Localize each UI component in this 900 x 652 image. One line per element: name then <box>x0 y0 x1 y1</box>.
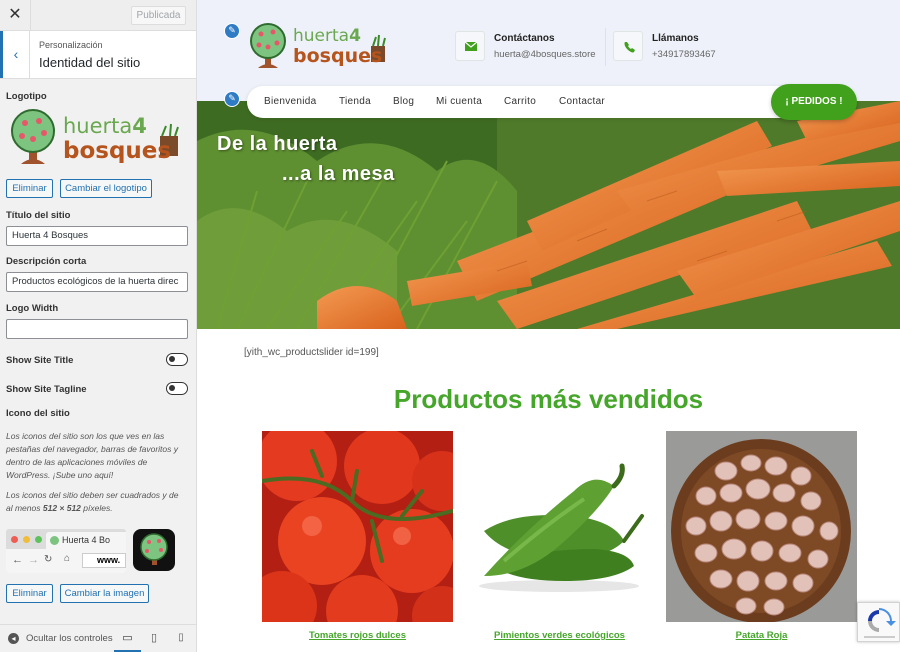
change-logo-button[interactable]: Cambiar el logotipo <box>60 179 152 198</box>
contact-title: Contáctanos <box>494 33 555 44</box>
show-tagline-label: Show Site Tagline <box>6 384 87 395</box>
site-icon-label: Icono del sitio <box>6 408 70 419</box>
minimize-dot-icon <box>23 536 30 543</box>
nav-item-tienda[interactable]: Tienda <box>339 96 371 107</box>
best-sellers-title: Productos más vendidos <box>393 384 704 414</box>
order-button[interactable]: ¡ PEDIDOS ! <box>771 84 857 120</box>
close-dot-icon <box>11 536 18 543</box>
show-tagline-toggle[interactable] <box>166 382 188 395</box>
hero-line-2: ...a la mesa <box>282 163 395 185</box>
remove-icon-button[interactable]: Eliminar <box>6 584 53 603</box>
site-icon-description: Los iconos del sitio son los que ves en … <box>6 431 178 480</box>
browser-preview: Huerta 4 Bo ← → ↻ ⌂ www. <box>6 529 126 573</box>
potatoes-image <box>666 431 857 622</box>
hero-banner: De la huerta ...a la mesa <box>197 101 900 329</box>
site-icon-size-note: Los iconos del sitio deben ser cuadrados… <box>6 489 184 515</box>
contact-box <box>455 31 485 61</box>
site-logo[interactable]: huerta4 bosques <box>247 20 392 74</box>
header-divider <box>605 28 606 66</box>
tomatoes-image <box>262 431 453 622</box>
product-image-tomatoes[interactable] <box>262 431 453 622</box>
nav-item-bienvenida[interactable]: Bienvenida <box>264 96 316 107</box>
customizer-sidebar: ✕ Publicada ‹ Personalización Identidad … <box>0 0 197 652</box>
forward-arrow-icon: → <box>28 554 39 566</box>
logo-word-2: bosques <box>63 138 172 164</box>
reload-icon: ↻ <box>44 554 53 565</box>
nav-item-blog[interactable]: Blog <box>393 96 414 107</box>
call-title: Llámanos <box>652 33 699 44</box>
contact-email[interactable]: huerta@4bosques.store <box>494 49 596 60</box>
hero-line-1: De la huerta <box>217 133 338 155</box>
url-bar: www. <box>82 553 126 568</box>
product-name-tomatoes[interactable]: Tomates rojos dulces <box>262 630 453 641</box>
home-icon: ⌂ <box>64 553 71 564</box>
edit-menu-pencil-icon[interactable]: ✎ <box>224 91 240 107</box>
tagline-field[interactable]: Productos ecológicos de la huerta direc <box>6 272 188 292</box>
tablet-preview-icon[interactable]: ▯ <box>143 625 165 652</box>
customizer-header: ✕ Publicada <box>0 0 196 31</box>
maximize-dot-icon <box>35 536 42 543</box>
product-name-peppers[interactable]: Pimientos verdes ecológicos <box>464 630 655 641</box>
recaptcha-icon <box>864 608 896 638</box>
site-logo-number: 4 <box>349 26 361 46</box>
customizer-footer: ◂ Ocultar los controles ▭ ▯ ▯ <box>0 624 196 652</box>
chevron-left-icon: ‹ <box>13 46 19 62</box>
size-note-bold: 512 × 512 <box>42 503 81 513</box>
logo-word-1: huerta <box>63 114 133 138</box>
product-image-potatoes[interactable] <box>666 431 857 622</box>
nav-item-contactar[interactable]: Contactar <box>559 96 605 107</box>
app-tree-icon <box>140 533 168 565</box>
tagline-label: Descripción corta <box>6 256 87 267</box>
show-title-label: Show Site Title <box>6 355 74 366</box>
edit-logo-pencil-icon[interactable]: ✎ <box>224 23 240 39</box>
site-logo-word-1: huerta <box>293 26 350 46</box>
back-button[interactable]: ‹ <box>0 31 30 78</box>
logo-preview[interactable]: huerta4 bosques <box>8 106 186 172</box>
site-preview: ✎ huerta4 bosques Contáctanos huerta@4bo… <box>197 0 900 652</box>
nav-item-carrito[interactable]: Carrito <box>504 96 536 107</box>
breadcrumb: Personalización <box>39 40 103 50</box>
size-note-suffix: píxeles. <box>80 503 113 513</box>
customizer-controls: Logotipo huerta4 bosques Eliminar Cambia… <box>0 80 196 620</box>
publish-button[interactable]: Publicada <box>131 6 186 25</box>
call-phone[interactable]: +34917893467 <box>652 49 716 60</box>
logo-width-field[interactable] <box>6 319 188 339</box>
site-logo-word-2: bosques <box>293 45 383 67</box>
section-title: Identidad del sitio <box>39 55 141 70</box>
change-icon-button[interactable]: Cambiar la imagen <box>60 584 149 603</box>
recaptcha-badge[interactable] <box>857 602 900 642</box>
nav-item-mi-cuenta[interactable]: Mi cuenta <box>436 96 482 107</box>
phone-box <box>613 31 643 61</box>
browser-tab-label: Huerta 4 Bo <box>62 535 111 545</box>
favicon-icon <box>50 536 59 545</box>
logo-number: 4 <box>132 114 147 138</box>
envelope-icon <box>464 41 478 51</box>
back-arrow-icon: ← <box>12 554 23 566</box>
main-navigation: Bienvenida Tienda Blog Mi cuenta Carrito… <box>247 86 852 118</box>
slider-shortcode: [yith_wc_productslider id=199] <box>244 347 379 358</box>
peppers-image <box>464 431 655 622</box>
logo-label: Logotipo <box>6 91 47 102</box>
desktop-preview-icon[interactable]: ▭ <box>114 625 141 652</box>
collapse-icon[interactable]: ◂ <box>8 633 19 644</box>
site-title-label: Título del sitio <box>6 210 71 221</box>
remove-logo-button[interactable]: Eliminar <box>6 179 53 198</box>
phone-icon <box>624 42 635 53</box>
mobile-preview-icon[interactable]: ▯ <box>170 625 192 652</box>
site-icon-preview <box>133 529 175 571</box>
hide-controls-link[interactable]: Ocultar los controles <box>26 633 113 644</box>
section-header: ‹ Personalización Identidad del sitio <box>0 31 196 79</box>
product-name-potatoes[interactable]: Patata Roja <box>666 630 857 641</box>
show-title-toggle[interactable] <box>166 353 188 366</box>
close-customizer-button[interactable]: ✕ <box>0 0 31 31</box>
site-title-field[interactable]: Huerta 4 Bosques <box>6 226 188 246</box>
product-image-peppers[interactable] <box>464 431 655 622</box>
logo-width-label: Logo Width <box>6 303 59 314</box>
